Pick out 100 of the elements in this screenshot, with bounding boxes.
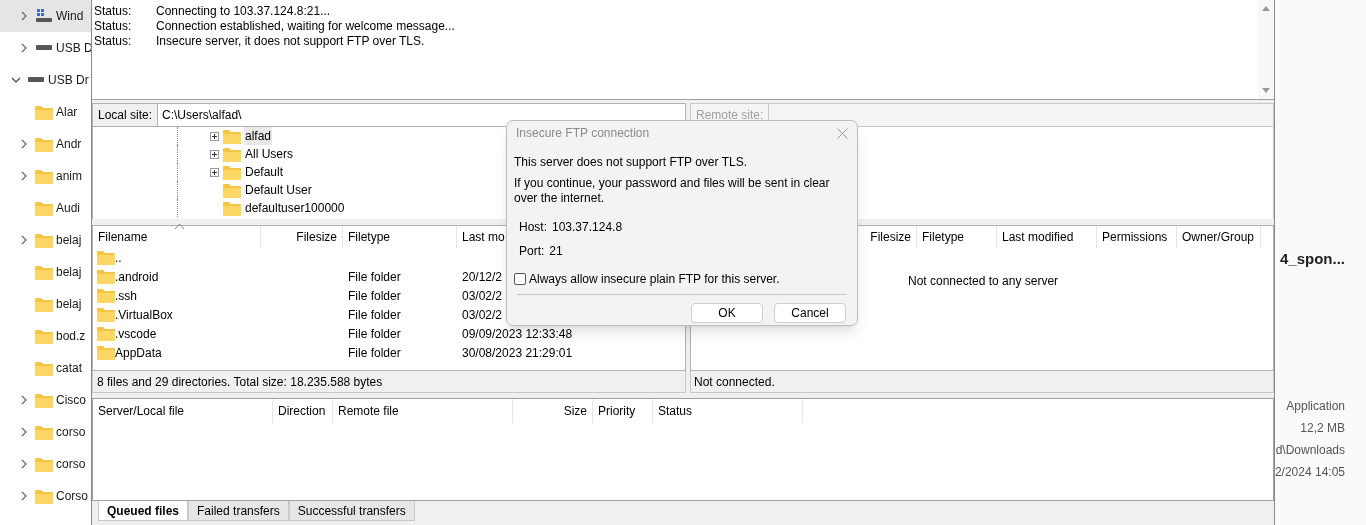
chevron-right-icon[interactable] — [20, 491, 28, 501]
file-name[interactable]: .vscode — [115, 324, 157, 343]
column-header[interactable]: Filename — [98, 228, 148, 246]
nav-item[interactable]: Audi — [56, 199, 81, 217]
file-name[interactable]: .. — [115, 248, 122, 267]
field-value: 21 — [549, 243, 563, 260]
nav-item[interactable]: Andr — [56, 135, 82, 153]
column-header[interactable]: Priority — [598, 402, 636, 420]
folder-icon — [35, 296, 53, 312]
log-message: Connection established, waiting for welcome message... — [156, 18, 455, 35]
drive-icon — [36, 9, 52, 23]
file-type: File folder — [348, 269, 401, 284]
modified-date: 03/02/2 — [462, 307, 503, 322]
folder-icon — [35, 104, 53, 120]
file-title: 4_spon... — [1279, 249, 1345, 269]
scrollbar[interactable] — [1258, 0, 1274, 99]
folder-icon — [223, 146, 241, 162]
nav-item[interactable]: anim — [56, 167, 82, 185]
folder-icon — [223, 164, 241, 180]
folder-icon — [97, 345, 115, 360]
nav-item[interactable]: belaj — [56, 295, 82, 313]
modified-date: 03/02/2 — [462, 288, 503, 303]
file-name[interactable]: AppData — [115, 343, 162, 362]
close-icon[interactable] — [837, 127, 848, 139]
column-header[interactable]: Filetype — [922, 228, 965, 246]
tree-item[interactable]: Default — [244, 163, 285, 181]
file-name[interactable]: .ssh — [115, 286, 137, 305]
column-header[interactable]: Filesize — [870, 228, 911, 246]
nav-item[interactable]: belaj — [56, 231, 82, 249]
column-header[interactable]: Last mo — [462, 228, 505, 246]
chevron-right-icon[interactable] — [20, 235, 28, 245]
chevron-right-icon[interactable] — [20, 427, 28, 437]
nav-item[interactable]: Cisco — [56, 391, 86, 409]
expand-icon[interactable] — [210, 149, 219, 159]
chevron-right-icon[interactable] — [20, 43, 28, 53]
column-header[interactable]: Direction — [278, 402, 326, 420]
scroll-down-icon[interactable] — [1262, 88, 1270, 93]
nav-item[interactable]: bod.z — [56, 327, 86, 345]
column-header[interactable]: Filesize — [296, 228, 337, 246]
file-type: File folder — [348, 307, 401, 322]
nav-item[interactable]: catat — [56, 359, 82, 377]
checkbox-label: Always allow insecure plain FTP for this server. — [529, 271, 780, 288]
tab[interactable]: Queued files — [98, 501, 189, 521]
detail-value: 2/2024 14:05 — [1275, 463, 1345, 481]
chevron-down-icon[interactable] — [11, 76, 21, 84]
column-header[interactable]: Status — [658, 402, 693, 420]
checkbox[interactable] — [514, 273, 526, 285]
nav-item[interactable]: Wind — [56, 7, 84, 25]
column-header[interactable]: Size — [563, 402, 587, 420]
folder-icon — [223, 182, 241, 198]
folder-icon — [35, 392, 53, 408]
chevron-right-icon[interactable] — [20, 459, 28, 469]
column-header[interactable]: Last modified — [1002, 228, 1074, 246]
tree-item[interactable]: Default User — [244, 181, 313, 199]
file-type: File folder — [348, 288, 401, 303]
chevron-right-icon[interactable] — [20, 11, 28, 21]
column-header[interactable]: Owner/Group — [1182, 228, 1255, 246]
scroll-up-icon[interactable] — [1262, 6, 1270, 11]
file-type: File folder — [348, 345, 401, 360]
column-header[interactable]: Permissions — [1102, 228, 1168, 246]
folder-icon — [35, 168, 53, 184]
folder-icon — [223, 200, 241, 216]
column-header[interactable]: Remote file — [338, 402, 399, 420]
detail-value: d\Downloads — [1275, 441, 1345, 459]
folder-icon — [35, 424, 53, 440]
chevron-right-icon[interactable] — [20, 171, 28, 181]
dialog-message: This server does not support FTP over TLS. — [514, 154, 748, 171]
chevron-right-icon[interactable] — [20, 139, 28, 149]
log-label: Status: — [94, 2, 133, 20]
folder-icon — [35, 360, 53, 376]
dialog-button[interactable]: Cancel — [774, 303, 846, 323]
nav-item[interactable]: belaj — [56, 263, 82, 281]
field-label: Port: — [519, 243, 545, 260]
sort-icon — [175, 224, 184, 229]
file-name[interactable]: .android — [115, 267, 159, 286]
folder-icon — [97, 288, 115, 303]
expand-icon[interactable] — [210, 131, 219, 141]
tree-item[interactable]: defaultuser100000 — [244, 199, 346, 217]
tree-item[interactable]: All Users — [244, 145, 294, 163]
folder-icon — [35, 328, 53, 344]
nav-item[interactable]: corso — [56, 423, 86, 441]
dialog-button[interactable]: OK — [691, 303, 763, 323]
chevron-right-icon[interactable] — [20, 395, 28, 405]
log-message: Connecting to 103.37.124.8:21... — [156, 2, 331, 20]
nav-item[interactable]: USB Dr — [48, 71, 89, 89]
tab[interactable]: Successful transfers — [288, 501, 415, 521]
nav-item[interactable]: Alar — [56, 103, 78, 121]
column-header[interactable]: Server/Local file — [98, 402, 185, 420]
expand-icon[interactable] — [210, 167, 219, 177]
nav-item[interactable]: Corso — [56, 487, 88, 505]
tree-item[interactable]: alfad — [244, 127, 273, 145]
file-name[interactable]: .VirtualBox — [115, 305, 173, 324]
log-label: Status: — [94, 32, 133, 50]
folder-icon — [97, 269, 115, 284]
tab[interactable]: Failed transfers — [188, 501, 289, 521]
nav-item[interactable]: corso — [56, 455, 86, 473]
detail-value: 12,2 MB — [1300, 419, 1345, 437]
status-text: 8 files and 29 directories. Total size: 18.235.588 bytes — [97, 373, 383, 391]
column-header[interactable]: Filetype — [348, 228, 391, 246]
folder-icon — [35, 456, 53, 472]
